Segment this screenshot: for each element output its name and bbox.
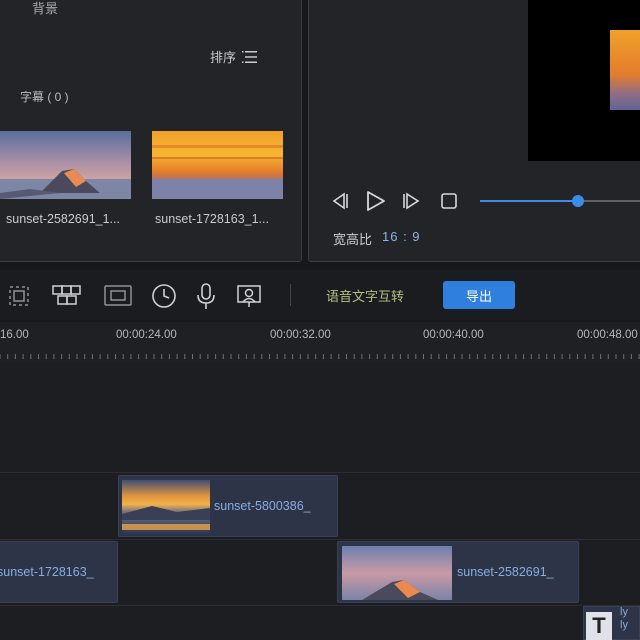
ruler-label: 00:00:40.00 [423,329,484,341]
media-thumbnail[interactable] [152,131,283,199]
media-thumbnail[interactable] [0,131,131,199]
clip-label: sunset-5800386_ [214,499,311,513]
sunset-sea-thumbnail [152,131,283,199]
sort-label: 排序 [210,50,237,65]
sunset-preview-image [610,30,640,110]
aspect-ratio-control[interactable]: 宽高比 16 : 9 [333,229,421,248]
speech-to-text-button[interactable]: 语音文字互转 [326,286,404,305]
media-item-name: sunset-2582691_1... [6,212,120,226]
sort-list-icon [242,50,258,63]
clip-thumbnail [122,480,210,534]
toolbar-divider [290,284,291,306]
text-clip-label: ly ly [620,606,628,631]
clip-label: sunset-2582691_ [457,565,554,579]
timeline-clip[interactable]: sunset-2582691_ [337,541,579,603]
ruler-ticks [0,354,640,359]
mic-icon[interactable] [193,282,219,312]
export-button[interactable]: 导出 [443,281,515,309]
clock-icon[interactable] [150,282,178,310]
media-panel-header: 背景 [32,1,59,16]
stop-icon[interactable] [440,190,460,212]
next-frame-icon[interactable] [400,190,422,212]
sunset-mountain-thumbnail [0,131,131,199]
track-divider [0,605,640,606]
ruler-label: 00:00:24.00 [116,329,177,341]
clip-thumbnail [342,546,452,600]
play-icon[interactable] [364,189,388,213]
timeline-clip[interactable]: sunset-5800386_ [118,475,338,537]
progress-fill [480,200,576,202]
timeline-clip[interactable]: sunset-1728163_ [0,541,118,603]
progress-handle[interactable] [572,195,584,207]
screen-icon[interactable] [102,282,134,310]
aspect-ratio-label: 宽高比 [333,232,373,247]
ruler-label: 00:00:48.00 [577,329,638,341]
ruler-label: 16.00 [0,329,29,341]
avatar-icon[interactable] [235,282,263,310]
subtitles-section-label: 字幕 ( 0 ) [20,90,69,104]
sort-button[interactable]: 排序 [210,47,258,66]
previous-frame-icon[interactable] [330,190,352,212]
aspect-ratio-value[interactable]: 16 : 9 [382,229,421,248]
timeline-toolbar [0,270,640,320]
ruler-label: 00:00:32.00 [270,329,331,341]
clip-label: sunset-1728163_ [0,565,94,579]
text-clip-icon: T [586,612,612,640]
track-divider [0,539,640,540]
split-icon[interactable] [50,282,84,310]
preview-frame-image [610,30,640,110]
track-divider [0,472,640,473]
crop-icon[interactable] [5,282,33,310]
media-item-name: sunset-1728163_1... [155,212,269,226]
